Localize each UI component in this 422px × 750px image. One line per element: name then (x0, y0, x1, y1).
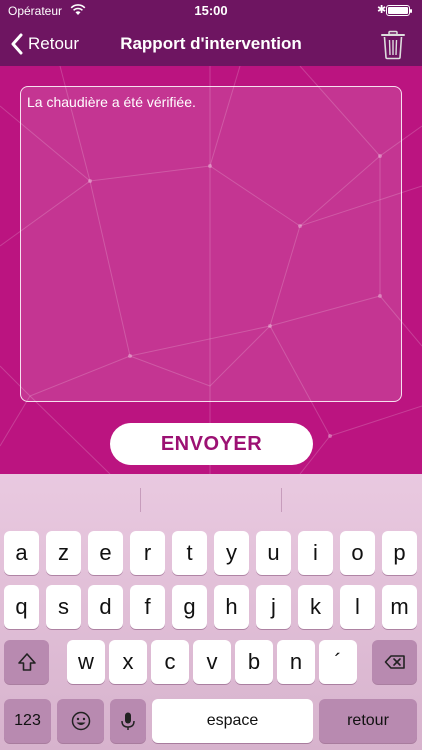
key-t[interactable]: t (172, 531, 207, 575)
battery-fill (388, 7, 408, 14)
key-b[interactable]: b (235, 640, 273, 684)
emoji-icon (71, 711, 90, 731)
suggestion-bar (0, 474, 422, 526)
key-i[interactable]: i (298, 531, 333, 575)
navigation-bar: Opérateur 15:00 ✱ Retour Rapport d'inter… (0, 0, 422, 66)
key-e[interactable]: e (88, 531, 123, 575)
key-d[interactable]: d (88, 585, 123, 629)
key-h[interactable]: h (214, 585, 249, 629)
key-v[interactable]: v (193, 640, 231, 684)
back-label: Retour (28, 34, 80, 53)
key-c[interactable]: c (151, 640, 189, 684)
key-m[interactable]: m (382, 585, 417, 629)
return-key[interactable]: retour (319, 699, 417, 743)
backspace-key[interactable] (372, 640, 417, 684)
key-u[interactable]: u (256, 531, 291, 575)
key-y[interactable]: y (214, 531, 249, 575)
key-a[interactable]: a (4, 531, 39, 575)
emoji-key[interactable] (57, 699, 104, 743)
shift-key[interactable] (4, 640, 49, 684)
key-g[interactable]: g (172, 585, 207, 629)
key-p[interactable]: p (382, 531, 417, 575)
space-key[interactable]: espace (152, 699, 313, 743)
bluetooth-icon: ✱ (377, 4, 387, 16)
key-w[interactable]: w (67, 640, 105, 684)
key-z[interactable]: z (46, 531, 81, 575)
key-j[interactable]: j (256, 585, 291, 629)
battery-icon (386, 5, 412, 16)
key-f[interactable]: f (130, 585, 165, 629)
back-button[interactable]: Retour (10, 30, 79, 58)
suggestion-1[interactable] (0, 484, 140, 514)
key-l[interactable]: l (340, 585, 375, 629)
chevron-left-icon (11, 33, 23, 55)
status-time: 15:00 (194, 3, 228, 18)
key-k[interactable]: k (298, 585, 333, 629)
key-r[interactable]: r (130, 531, 165, 575)
key-o[interactable]: o (340, 531, 375, 575)
dictation-key[interactable] (110, 699, 146, 743)
delete-button[interactable] (380, 30, 406, 60)
key-x[interactable]: x (109, 640, 147, 684)
key-q[interactable]: q (4, 585, 39, 629)
key-s[interactable]: s (46, 585, 81, 629)
key-accent[interactable]: ´ (319, 640, 357, 684)
suggestion-3[interactable] (282, 484, 422, 514)
report-content: ENVOYER (0, 66, 422, 474)
key-n[interactable]: n (277, 640, 315, 684)
status-bar: Opérateur 15:00 ✱ (0, 0, 422, 22)
report-text-area[interactable] (20, 86, 402, 402)
keyboard: a z e r t y u i o p q s d f g h j k l m … (0, 474, 422, 750)
numbers-key[interactable]: 123 (4, 699, 51, 743)
shift-icon (17, 653, 36, 671)
backspace-icon (384, 655, 405, 669)
send-button[interactable]: ENVOYER (110, 423, 313, 465)
suggestion-2[interactable] (141, 484, 281, 514)
trash-icon (381, 30, 405, 60)
microphone-icon (121, 712, 135, 730)
